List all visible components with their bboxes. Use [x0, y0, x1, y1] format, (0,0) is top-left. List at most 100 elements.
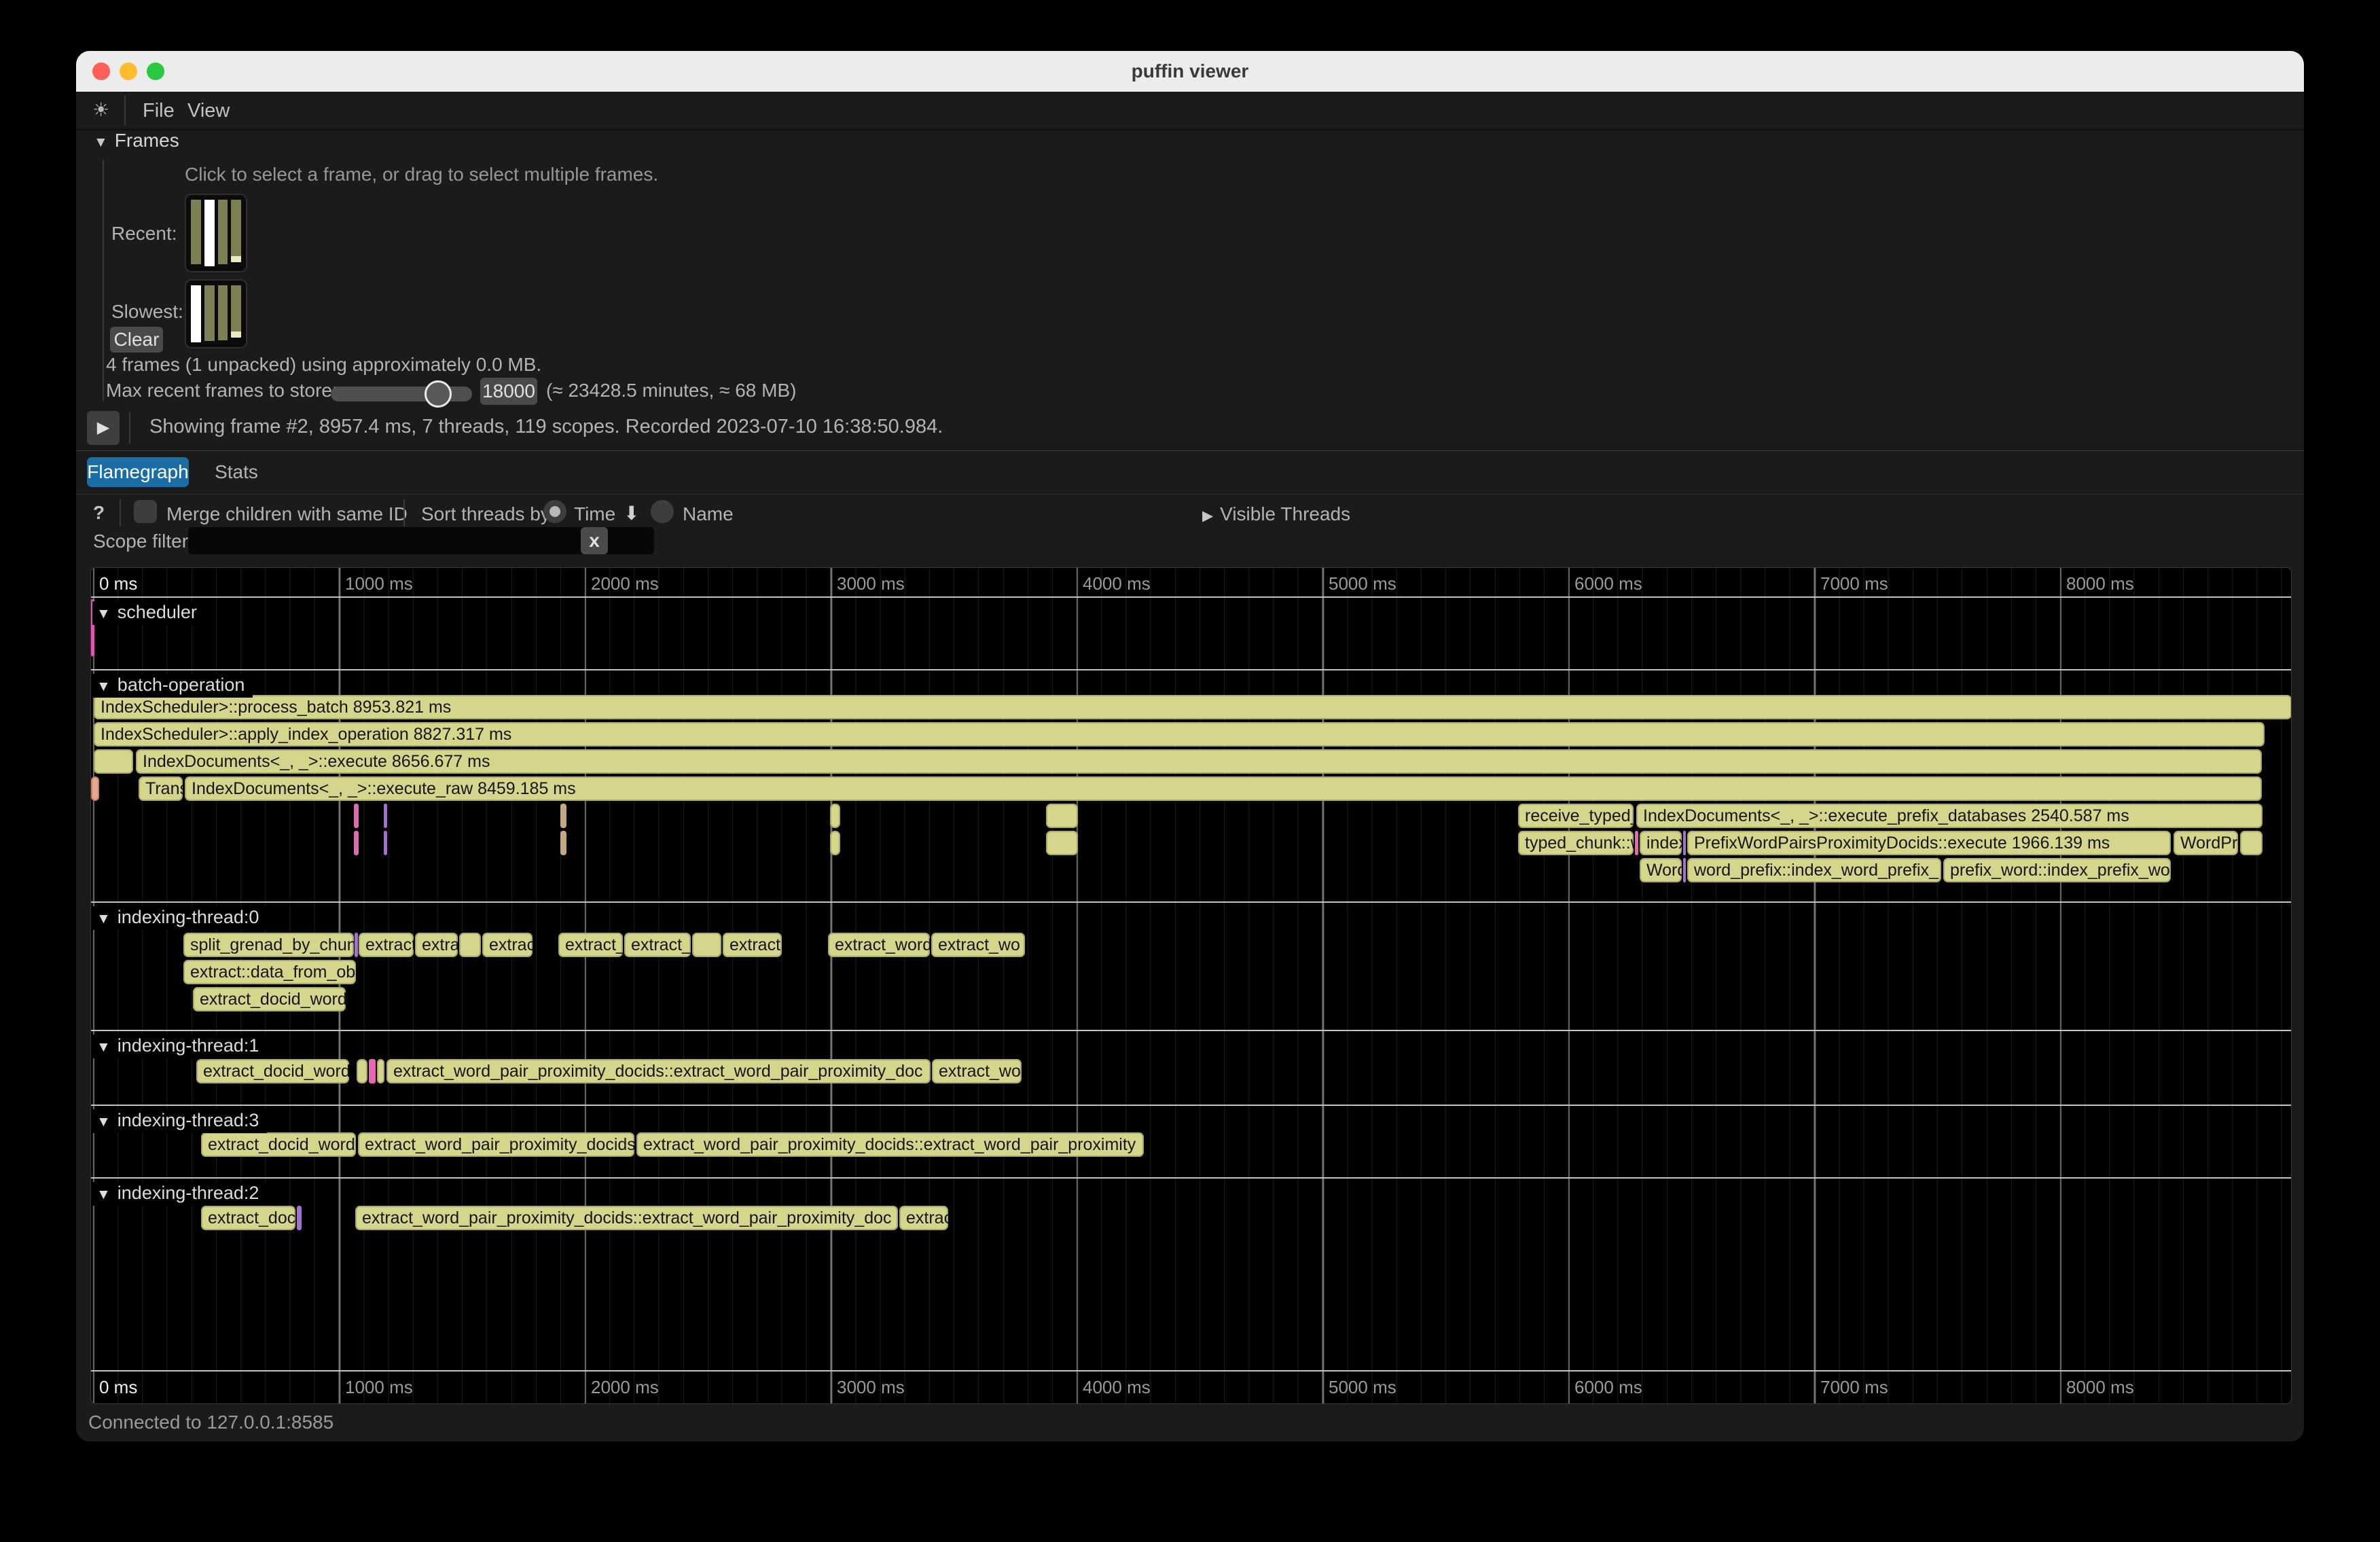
- titlebar: puffin viewer: [76, 51, 2304, 92]
- flamegraph-panel[interactable]: 0 ms1000 ms2000 ms3000 ms4000 ms5000 ms6…: [90, 567, 2292, 1404]
- slowest-frames-thumbnail[interactable]: [185, 279, 247, 348]
- scope-bar[interactable]: index: [1640, 831, 1682, 855]
- scope-bar[interactable]: IndexDocuments<_, _>::execute 8656.677 m…: [136, 749, 2262, 774]
- frame-info: Showing frame #2, 8957.4 ms, 7 threads, …: [149, 416, 943, 438]
- scope-bar[interactable]: [297, 1206, 302, 1230]
- thread-header[interactable]: ▼scheduler: [92, 601, 205, 625]
- scope-bar[interactable]: extract_word: [828, 933, 930, 957]
- slowest-label: Slowest:: [111, 301, 183, 323]
- thread-header[interactable]: ▼indexing-thread:3: [92, 1109, 267, 1133]
- scope-bar[interactable]: [1635, 831, 1638, 855]
- frame-thumbnail-bar[interactable]: [218, 200, 228, 264]
- slider-handle[interactable]: [425, 380, 452, 408]
- divider: [120, 499, 121, 526]
- thread-header[interactable]: ▼indexing-thread:1: [92, 1035, 267, 1058]
- scope-bar[interactable]: [1046, 804, 1078, 828]
- thread-header[interactable]: ▼indexing-thread:2: [92, 1182, 267, 1206]
- scope-bar[interactable]: extract_word_pair_proximity_docids::extr…: [386, 1059, 931, 1083]
- frame-thumbnail-bar[interactable]: [191, 285, 201, 342]
- scope-bar[interactable]: [91, 776, 99, 801]
- scope-bar[interactable]: extract_wo: [932, 1059, 1022, 1083]
- scope-bar[interactable]: extract_docid_word: [193, 987, 346, 1011]
- scope-bar[interactable]: [384, 831, 387, 855]
- recent-frames-thumbnail[interactable]: [185, 194, 247, 272]
- scope-bar[interactable]: word_prefix::index_word_prefix_: [1687, 858, 1941, 882]
- scope-bar[interactable]: [692, 933, 721, 957]
- scope-bar[interactable]: Word: [1640, 858, 1682, 882]
- scope-bar[interactable]: WordPr: [2174, 831, 2238, 855]
- tab-flamegraph[interactable]: Flamegraph: [87, 457, 189, 487]
- scope-bar[interactable]: extract_: [558, 933, 623, 957]
- merge-children-checkbox[interactable]: [134, 500, 157, 523]
- scope-bar[interactable]: [560, 831, 566, 855]
- scope-bar[interactable]: extract::data_from_ob: [183, 960, 356, 984]
- frame-thumbnail-bar[interactable]: [231, 285, 241, 338]
- scope-bar[interactable]: [357, 1059, 367, 1083]
- scope-bar[interactable]: extract_doc: [201, 1206, 295, 1230]
- thread-header[interactable]: ▼batch-operation: [92, 674, 253, 698]
- scope-bar[interactable]: PrefixWordPairsProximityDocids::execute …: [1687, 831, 2171, 855]
- scope-bar[interactable]: [1046, 831, 1078, 855]
- scope-bar[interactable]: [384, 804, 387, 828]
- scope-bar[interactable]: extrac: [899, 1206, 948, 1230]
- scope-bar[interactable]: IndexDocuments<_, _>::execute_prefix_dat…: [1636, 804, 2262, 828]
- scope-bar[interactable]: extrac: [482, 933, 533, 957]
- clear-button[interactable]: Clear: [110, 327, 163, 353]
- scope-bar[interactable]: extract_: [624, 933, 691, 957]
- scope-bar[interactable]: [355, 933, 358, 957]
- scope-bar[interactable]: IndexScheduler>::process_batch 8953.821 …: [94, 695, 2292, 719]
- indent-guide: [103, 160, 104, 401]
- frames-section-header[interactable]: ▼Frames: [94, 130, 179, 151]
- help-button[interactable]: ?: [93, 502, 105, 524]
- clear-filter-button[interactable]: x: [581, 527, 608, 554]
- thread-header[interactable]: ▼indexing-thread:0: [92, 906, 267, 930]
- caret-down-icon: ▼: [96, 679, 111, 694]
- scope-bar[interactable]: [459, 933, 481, 957]
- visible-threads-header[interactable]: ▶Visible Threads: [1202, 503, 1350, 525]
- scope-bar[interactable]: receive_typed_: [1518, 804, 1634, 828]
- scope-bar[interactable]: [560, 804, 566, 828]
- frame-thumbnail-bar[interactable]: [204, 200, 215, 266]
- scope-bar[interactable]: [1683, 831, 1686, 855]
- scope-bar[interactable]: [369, 1059, 376, 1083]
- frame-thumbnail-bar[interactable]: [204, 285, 215, 341]
- scope-bar[interactable]: [354, 804, 359, 828]
- scope-bar[interactable]: extract_word_pair_proximity_docids::extr…: [636, 1132, 1144, 1157]
- scope-bar[interactable]: [1683, 858, 1686, 882]
- scope-bar[interactable]: extract: [359, 933, 414, 957]
- scope-bar[interactable]: extract_word_pair_proximity_docids::extr…: [355, 1206, 898, 1230]
- frame-thumbnail-bar[interactable]: [191, 200, 201, 264]
- frame-thumbnail-bar[interactable]: [218, 285, 228, 340]
- sort-time-radio[interactable]: [543, 500, 566, 523]
- scope-bar[interactable]: [354, 831, 359, 855]
- scope-bar[interactable]: IndexScheduler>::apply_index_operation 8…: [94, 722, 2265, 747]
- scope-bar[interactable]: extract: [723, 933, 782, 957]
- scope-bar[interactable]: prefix_word::index_prefix_wo: [1943, 858, 2171, 882]
- menu-view[interactable]: View: [187, 100, 230, 122]
- scope-bar[interactable]: extract_word_pair_proximity_docids: [358, 1132, 634, 1157]
- scope-bar[interactable]: Trans: [139, 776, 183, 801]
- scope-bar[interactable]: [830, 831, 840, 855]
- sort-direction-icon[interactable]: ⬇: [624, 502, 639, 524]
- max-frames-value[interactable]: 18000: [480, 378, 537, 405]
- tab-stats[interactable]: Stats: [209, 457, 264, 487]
- play-button[interactable]: ▶: [87, 411, 120, 445]
- scope-bar[interactable]: split_grenad_by_chun: [183, 933, 354, 957]
- caret-down-icon: ▼: [94, 135, 108, 150]
- scope-bar[interactable]: extra: [415, 933, 458, 957]
- scope-bar[interactable]: extract_docid_word: [201, 1132, 356, 1157]
- scope-bar[interactable]: [2240, 831, 2262, 855]
- scope-bar[interactable]: extract_wo: [931, 933, 1025, 957]
- scope-bar[interactable]: extract_docid_word: [196, 1059, 349, 1083]
- scope-bar[interactable]: typed_chunk::w: [1518, 831, 1634, 855]
- scope-bar[interactable]: [830, 804, 840, 828]
- window-title: puffin viewer: [76, 51, 2304, 92]
- sort-name-radio[interactable]: [651, 500, 674, 523]
- frame-thumbnail-bar[interactable]: [231, 200, 241, 262]
- scope-bar[interactable]: IndexDocuments<_, _>::execute_raw 8459.1…: [185, 776, 2262, 801]
- scope-bar[interactable]: [94, 749, 133, 774]
- menu-file[interactable]: File: [143, 100, 175, 122]
- max-frames-label: Max recent frames to store:: [106, 380, 338, 401]
- theme-toggle-icon[interactable]: ☀: [92, 98, 109, 121]
- scope-bar[interactable]: [377, 1059, 384, 1083]
